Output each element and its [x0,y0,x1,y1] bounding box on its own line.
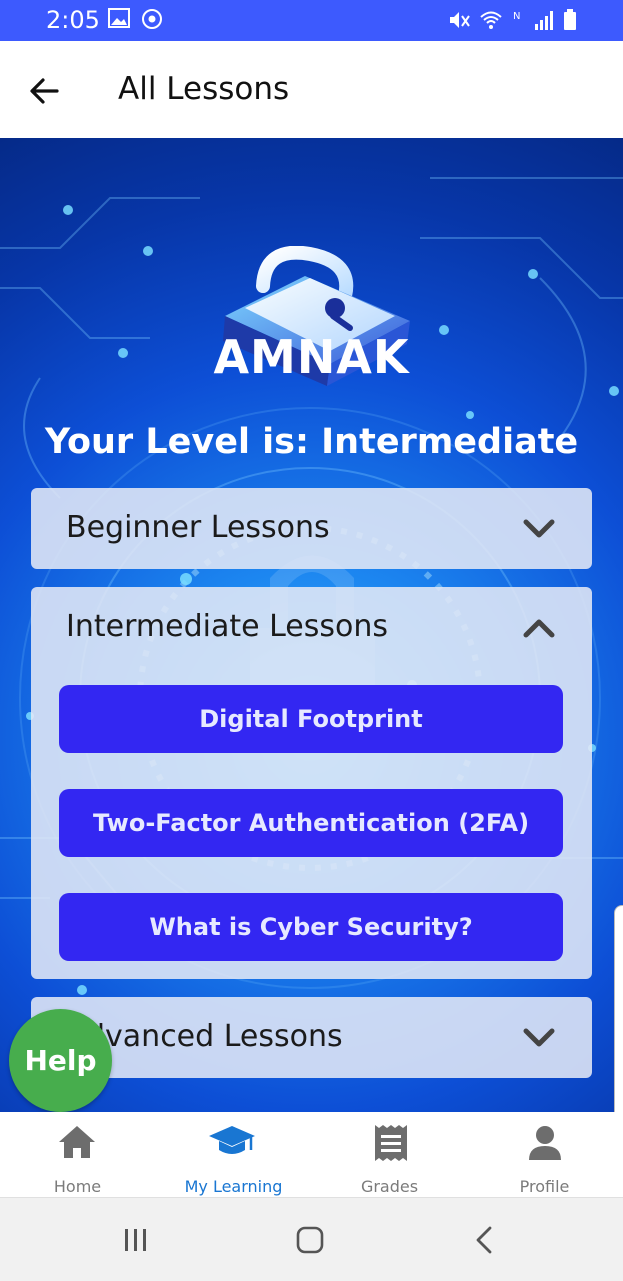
nav-profile-label: Profile [519,1177,570,1196]
chevron-up-icon[interactable] [522,617,556,639]
svg-text:N: N [513,11,520,22]
nav-home[interactable]: Home [0,1112,155,1197]
side-panel-edge[interactable] [614,905,623,1142]
section-beginner[interactable]: Beginner Lessons [31,488,592,569]
nav-profile[interactable]: Profile [467,1112,622,1197]
system-nav-bar [0,1197,623,1281]
wifi-icon [480,11,502,29]
section-advanced[interactable]: Advanced Lessons [31,997,592,1078]
back-chevron-icon[interactable] [472,1225,498,1255]
receipt-icon [375,1125,407,1161]
arrow-left-icon[interactable] [26,72,64,110]
chevron-down-icon[interactable] [522,1027,556,1049]
home-icon [59,1126,95,1158]
nav-grades-label: Grades [360,1177,419,1196]
bottom-nav: Home My Learning Grades Profile [0,1112,623,1197]
graduation-cap-icon [209,1126,255,1154]
section-beginner-label: Beginner Lessons [66,510,330,545]
lessons-content[interactable]: AMNAK Your Level is: Intermediate Beginn… [0,138,623,1112]
lesson-button-2fa[interactable]: Two-Factor Authentication (2FA) [59,789,563,857]
chevron-down-icon[interactable] [522,518,556,540]
battery-icon [564,9,576,30]
nfc-icon: N [513,11,520,22]
app-bar: All Lessons [0,41,623,139]
logo-text: AMNAK [213,330,410,384]
person-icon [529,1126,561,1160]
recent-apps-icon[interactable] [122,1226,150,1254]
section-intermediate[interactable]: Intermediate Lessons Digital Footprint T… [31,587,592,979]
lesson-button-cyber-security[interactable]: What is Cyber Security? [59,893,563,961]
lesson-button-digital-footprint[interactable]: Digital Footprint [59,685,563,753]
signal-icon [535,11,553,30]
level-text: Your Level is: Intermediate [44,422,579,462]
section-intermediate-label: Intermediate Lessons [66,609,388,644]
status-time: 2:05 [46,6,100,34]
soccer-ball-icon [142,9,162,29]
nav-grades[interactable]: Grades [312,1112,467,1197]
mute-icon [450,12,470,28]
nav-my-learning-label: My Learning [184,1177,283,1196]
nav-my-learning[interactable]: My Learning [156,1112,311,1197]
help-button[interactable]: Help [9,1009,112,1112]
image-icon [108,8,130,28]
home-circle-icon[interactable] [295,1225,325,1255]
page-title: All Lessons [118,71,290,107]
nav-home-label: Home [53,1177,102,1196]
status-bar: 2:05 N [0,0,623,41]
